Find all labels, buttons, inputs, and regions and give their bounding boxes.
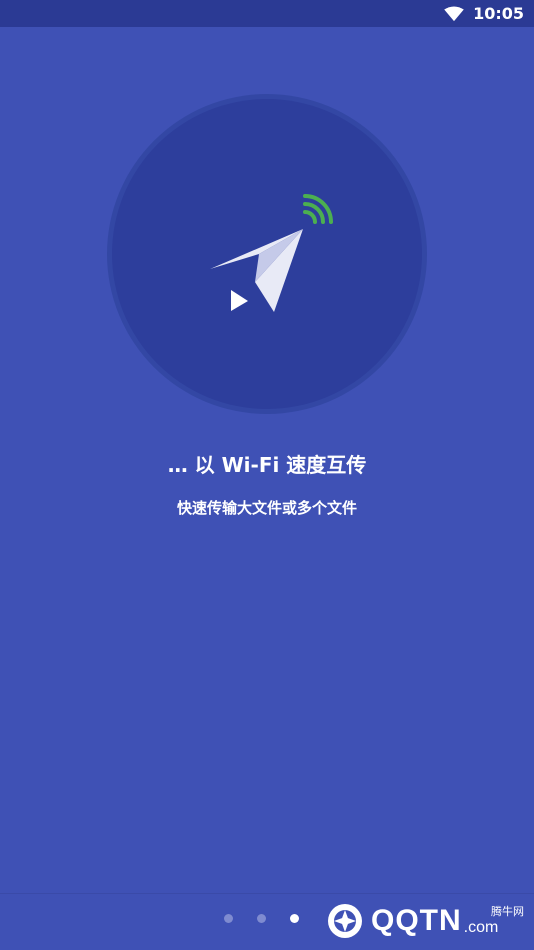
wifi-icon: [444, 5, 464, 21]
page-dot-1[interactable]: [224, 914, 233, 923]
hero-illustration: [107, 94, 427, 414]
paper-plane-wifi-icon: [210, 194, 333, 312]
page-dot-3-active[interactable]: [290, 914, 299, 923]
watermark-cn-name: 腾牛网: [491, 905, 524, 918]
status-time: 10:05: [473, 4, 524, 23]
onboarding-subtitle: 快速传输大文件或多个文件: [176, 499, 357, 517]
hero-circle-inner: [112, 99, 422, 409]
page-indicator: [224, 914, 299, 923]
watermark-suffix: .com: [463, 919, 499, 936]
page-dot-2[interactable]: [257, 914, 266, 923]
status-bar: 10:05: [0, 0, 534, 27]
qqtn-logo-icon: [328, 904, 362, 938]
onboarding-headline: … 以 Wi-Fi 速度互传: [167, 453, 367, 477]
watermark-logo: QQTN .com 腾牛网: [325, 897, 530, 945]
watermark-brand: QQTN: [371, 904, 462, 937]
